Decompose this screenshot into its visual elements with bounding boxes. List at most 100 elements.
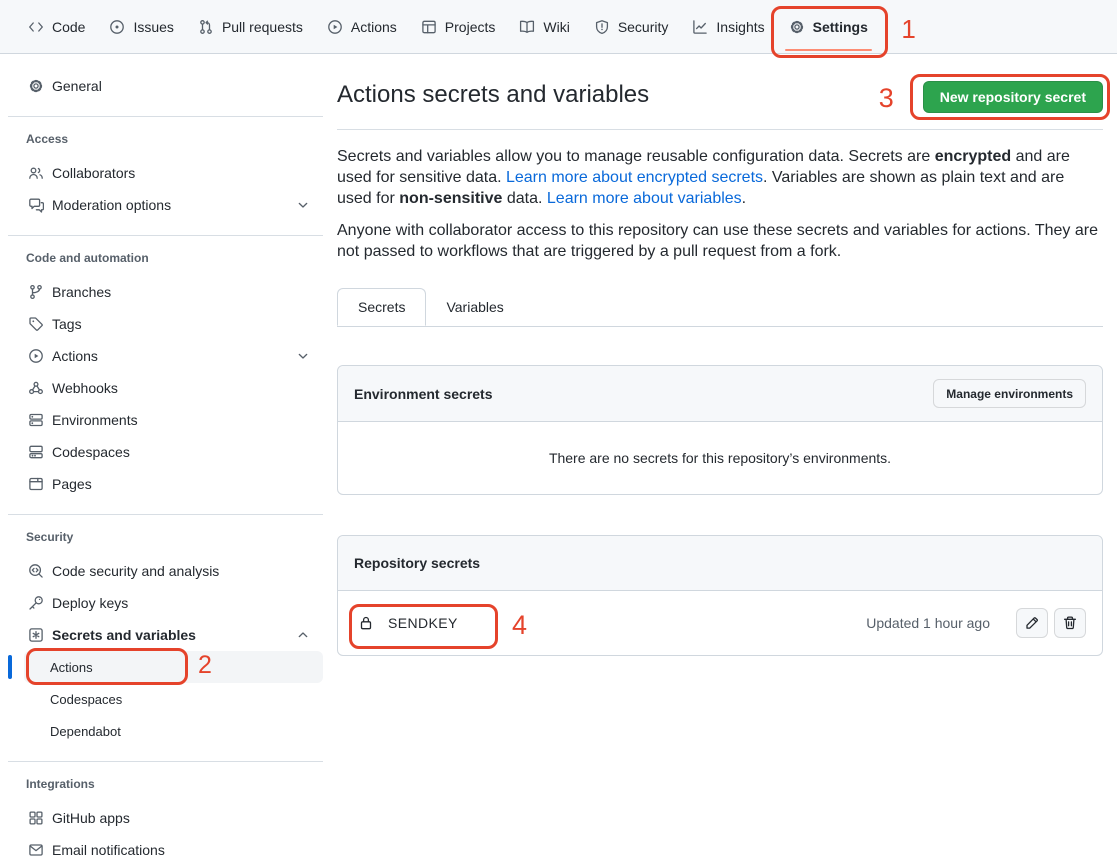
sidebar-item-label: Webhooks [52,380,118,396]
code-scan-icon [28,563,44,579]
divider [8,761,323,762]
intro-text: . [742,190,746,207]
sidebar-item-label: Deploy keys [52,595,128,611]
sidebar-subitem-label: Dependabot [50,724,121,739]
tab-settings[interactable]: Settings 1 [777,0,880,53]
repository-secrets-header: Repository secrets [338,536,1102,591]
secrets-variables-tabs: Secrets Variables [337,288,1103,327]
sidebar-item-label: Tags [52,316,82,332]
divider [8,116,323,117]
main-content: Actions secrets and variables New reposi… [337,54,1103,656]
sidebar-item-label: Codespaces [52,444,130,460]
secret-updated-timestamp: Updated 1 hour ago [866,615,990,631]
sidebar-section-code-and-automation: Code and automation [8,250,323,266]
tab-label: Actions [351,19,397,35]
sidebar-item-label: GitHub apps [52,810,130,826]
tab-variables[interactable]: Variables [426,288,523,326]
sidebar-item-environments[interactable]: Environments [24,404,323,436]
sidebar-item-code-security-and-analysis[interactable]: Code security and analysis [24,555,323,587]
divider [8,235,323,236]
new-secret-button-wrap: New repository secret 3 [923,81,1103,113]
mail-icon [28,842,44,858]
server-icon [28,412,44,428]
sidebar-item-pages[interactable]: Pages [24,468,323,500]
secret-row: SENDKEY Updated 1 hour ago 4 [338,591,1102,655]
tab-label: Settings [813,19,868,35]
divider [8,514,323,515]
book-icon [519,19,535,35]
git-branch-icon [28,284,44,300]
new-repository-secret-button[interactable]: New repository secret [923,81,1103,113]
sidebar-section-security: Security [8,529,323,545]
sidebar-item-collaborators[interactable]: Collaborators [24,157,323,189]
sidebar-item-github-apps[interactable]: GitHub apps [24,802,323,834]
environment-secrets-card: Environment secrets Manage environments … [337,365,1103,495]
tab-actions[interactable]: Actions [315,0,409,53]
issue-opened-icon [109,19,125,35]
sidebar-item-deploy-keys[interactable]: Deploy keys [24,587,323,619]
page-header: Actions secrets and variables New reposi… [337,54,1103,130]
environment-secrets-header: Environment secrets Manage environments [338,366,1102,422]
sidebar-item-codespaces[interactable]: Codespaces [24,436,323,468]
intro-text: Secrets and variables allow you to manag… [337,148,935,165]
sidebar-item-email-notifications[interactable]: Email notifications [24,834,323,866]
key-icon [28,595,44,611]
link-learn-more-variables[interactable]: Learn more about variables [547,190,742,207]
sidebar-subitem-codespaces[interactable]: Codespaces [24,683,323,715]
sidebar-item-label: Pages [52,476,92,492]
sidebar-subitem-label: Codespaces [50,692,122,707]
repository-secrets-title: Repository secrets [354,555,480,571]
tab-security[interactable]: Security [582,0,681,53]
code-icon [28,19,44,35]
trash-icon [1062,615,1078,631]
sidebar-item-branches[interactable]: Branches [24,276,323,308]
intro-paragraph: Secrets and variables allow you to manag… [337,146,1103,209]
tab-label: Security [618,19,669,35]
settings-sidebar: General Access Collaborators Moderation … [0,54,331,866]
tab-wiki[interactable]: Wiki [507,0,581,53]
tab-pull-requests[interactable]: Pull requests [186,0,315,53]
sidebar-item-label: Actions [52,348,98,364]
annotation-number-1: 1 [901,14,915,45]
sidebar-subitem-actions[interactable]: Actions 2 [24,651,323,683]
tab-label: Projects [445,19,496,35]
graph-icon [692,19,708,35]
comment-discussion-icon [28,197,44,213]
sidebar-item-webhooks[interactable]: Webhooks [24,372,323,404]
sidebar-item-label: General [52,78,102,94]
intro-bold-encrypted: encrypted [935,148,1011,165]
annotation-number-3: 3 [879,83,894,114]
sidebar-item-actions[interactable]: Actions [24,340,323,372]
delete-secret-button[interactable] [1054,608,1086,638]
annotation-number-2: 2 [198,651,212,680]
play-icon [28,348,44,364]
sidebar-section-integrations: Integrations [8,776,323,792]
play-icon [327,19,343,35]
tab-code[interactable]: Code [16,0,97,53]
lock-icon [358,615,374,631]
edit-secret-button[interactable] [1016,608,1048,638]
tag-icon [28,316,44,332]
annotation-number-4: 4 [512,610,527,641]
environment-secrets-title: Environment secrets [354,386,493,402]
tab-insights[interactable]: Insights [680,0,776,53]
chevron-down-icon [295,197,311,213]
note-paragraph: Anyone with collaborator access to this … [337,220,1103,262]
sidebar-subitem-dependabot[interactable]: Dependabot [24,715,323,747]
repo-tab-nav: Code Issues Pull requests Actions Projec… [0,0,1117,54]
tab-secrets[interactable]: Secrets [337,288,426,326]
intro-text: data. [502,190,546,207]
sidebar-item-general[interactable]: General [24,70,323,102]
chevron-down-icon [295,348,311,364]
tab-projects[interactable]: Projects [409,0,508,53]
git-pull-request-icon [198,19,214,35]
sidebar-item-moderation-options[interactable]: Moderation options [24,189,323,221]
tab-issues[interactable]: Issues [97,0,185,53]
link-learn-more-encrypted-secrets[interactable]: Learn more about encrypted secrets [506,169,763,186]
manage-environments-button[interactable]: Manage environments [933,379,1086,408]
sidebar-item-tags[interactable]: Tags [24,308,323,340]
sidebar-item-secrets-and-variables[interactable]: Secrets and variables [24,619,323,651]
people-icon [28,165,44,181]
tab-label: Wiki [543,19,569,35]
sidebar-item-label: Secrets and variables [52,627,196,643]
